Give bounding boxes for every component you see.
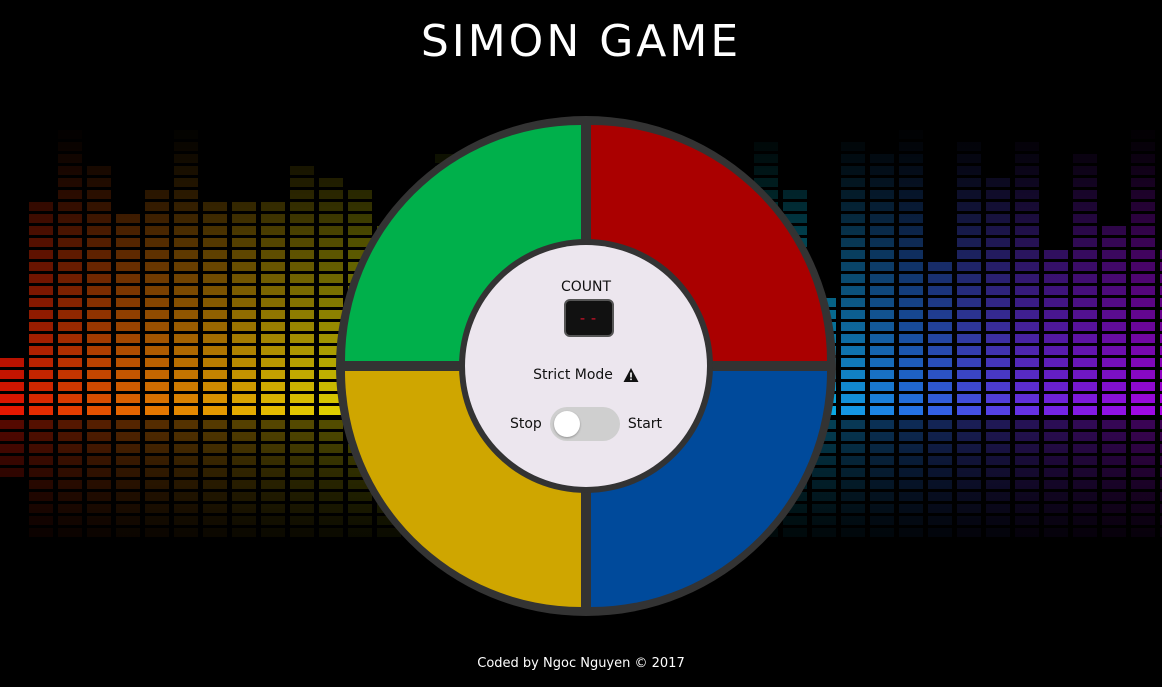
strict-mode-label: Strict Mode	[533, 367, 613, 383]
power-control: Stop Start	[465, 407, 707, 441]
footer-credit: Coded by Ngoc Nguyen © 2017	[477, 656, 685, 671]
power-toggle[interactable]	[549, 407, 620, 441]
control-panel-inner: COUNT -- Strict Mode Stop Start	[465, 245, 707, 487]
count-label: COUNT	[560, 279, 612, 295]
stop-label: Stop	[509, 416, 542, 432]
simon-board: COUNT -- Strict Mode Stop Start	[336, 116, 836, 616]
toggle-knob[interactable]	[553, 411, 580, 437]
control-panel: COUNT -- Strict Mode Stop Start	[459, 239, 713, 493]
count-display: --	[564, 299, 614, 337]
strict-mode-control[interactable]: Strict Mode	[465, 367, 707, 383]
page-title: SIMON GAME	[420, 16, 742, 67]
start-label: Start	[627, 416, 663, 432]
warning-icon[interactable]	[623, 367, 639, 383]
